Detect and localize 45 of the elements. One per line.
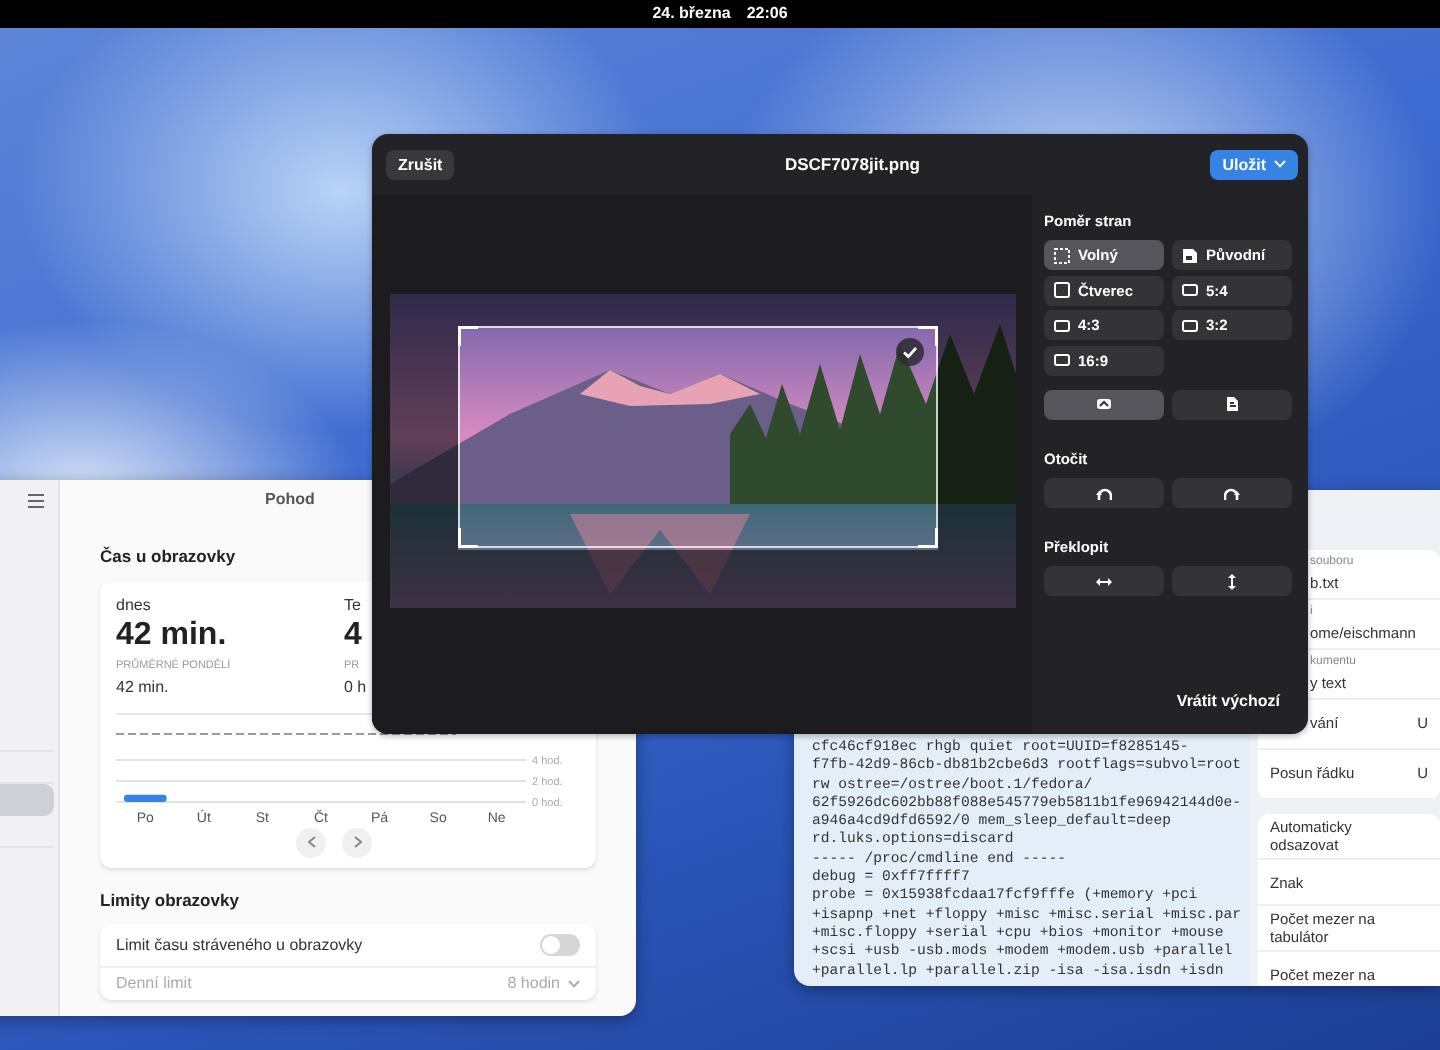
setting-label: Limit času stráveného u obrazovky [116,933,363,958]
chevron-left-icon [307,836,315,849]
stat-value: 0 h [344,675,369,700]
menu-icon [28,493,44,507]
chevron-right-icon [353,836,361,849]
rectangle-icon [1054,352,1070,369]
check-icon [895,337,923,365]
stat-value: 42 min. [116,617,229,653]
stat-label: Te [344,593,363,618]
setting-label: Denní limit [116,972,192,997]
date-label: 24. března [652,2,731,26]
image-icon [1182,247,1198,264]
section-heading: Limity obrazovky [100,887,241,913]
clock-label: 22:06 [746,2,788,26]
rectangle-icon [1182,282,1198,299]
reset-button[interactable]: Vrátit výchozí [1176,690,1280,714]
previous-button[interactable] [296,827,326,858]
chart-bar [124,793,167,802]
stat-value: 42 min. [116,675,171,700]
portrait-icon [1224,396,1240,413]
rectangle-icon [1182,317,1198,334]
chevron-down-icon [1274,160,1286,168]
rotate-right-button[interactable] [1172,478,1292,508]
save-button[interactable]: Uložit [1210,149,1298,179]
orientation-button[interactable] [1044,389,1164,420]
vertical-arrows-icon [1224,573,1240,590]
dashed-square-icon [1054,247,1070,264]
rotate-left-button[interactable] [1044,478,1164,508]
next-button[interactable] [342,827,372,858]
horizontal-arrows-icon [1096,573,1112,590]
rectangle-icon [1054,317,1070,334]
chevron-down-icon [568,980,580,989]
stat-value: 4 [344,617,364,653]
orientation-button[interactable] [1172,389,1292,420]
cancel-button[interactable]: Zrušit [386,149,455,179]
crop-frame[interactable] [457,325,937,547]
landscape-icon [1096,396,1112,413]
square-icon [1054,282,1070,299]
stat-label: dnes [116,593,153,618]
section-heading: Čas u obrazovky [100,544,238,570]
rotate-right-icon [1224,485,1240,501]
toggle-switch[interactable] [540,934,580,957]
rotate-left-icon [1096,485,1112,501]
window-title: DSCF7078jit.png [784,151,920,177]
window-title: Pohod [265,488,315,512]
